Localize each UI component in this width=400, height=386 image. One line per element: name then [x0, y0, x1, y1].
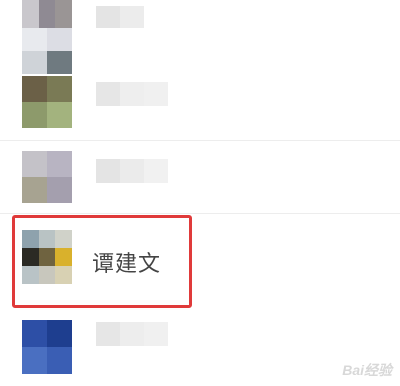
contact-name-blurred: [96, 6, 144, 30]
contact-avatar: [22, 76, 72, 128]
contact-avatar: [22, 320, 72, 374]
contact-name-blurred: [96, 322, 168, 346]
contact-avatar: [22, 28, 72, 74]
contact-avatar: [22, 151, 72, 203]
contact-row[interactable]: [0, 141, 400, 214]
contact-name-blurred: [96, 159, 168, 183]
contact-name-blurred: [96, 82, 168, 106]
contact-row[interactable]: [0, 308, 400, 386]
watermark-text: Bai经验: [342, 362, 392, 378]
contact-row[interactable]: [0, 76, 400, 141]
contact-row[interactable]: [0, 28, 400, 76]
highlight-box: [12, 215, 192, 308]
